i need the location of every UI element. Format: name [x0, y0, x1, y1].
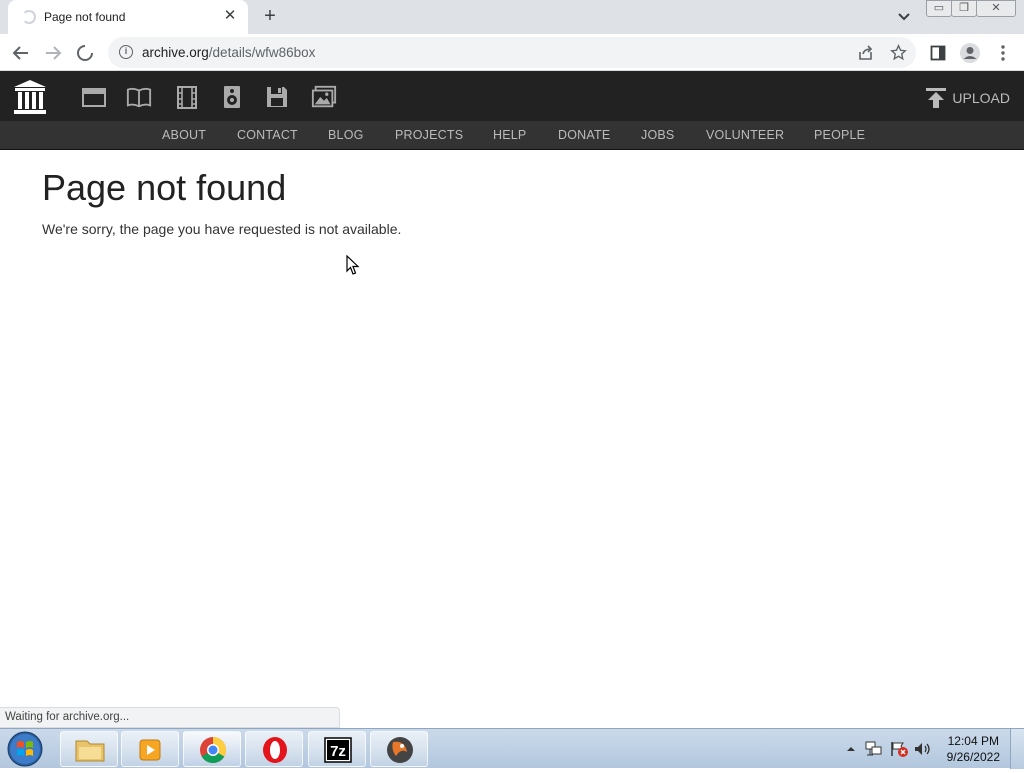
taskbar-clock[interactable]: 12:04 PM 9/26/2022: [947, 733, 1000, 765]
minimize-button[interactable]: ▭: [926, 0, 952, 17]
folder-icon: [75, 740, 105, 762]
media-player-icon: [139, 739, 161, 761]
share-icon[interactable]: [858, 45, 874, 61]
new-tab-button[interactable]: +: [258, 5, 282, 29]
address-url[interactable]: archive.org/details/wfw86box: [142, 45, 315, 60]
side-panel-icon[interactable]: [925, 40, 951, 66]
tab-spinner-icon: [22, 10, 36, 24]
tab-title: Page not found: [44, 10, 126, 24]
archive-logo-icon[interactable]: [13, 79, 47, 115]
tab-search-chevron-down-icon[interactable]: [894, 8, 914, 26]
browser-toolbar: i archive.org/details/wfw86box: [0, 34, 1024, 71]
audio-icon[interactable]: [219, 85, 245, 109]
nav-contact[interactable]: CONTACT: [237, 128, 298, 142]
nav-jobs[interactable]: JOBS: [641, 128, 674, 142]
taskbar-chrome[interactable]: [183, 731, 241, 767]
window-controls: ▭ ❐ ✕: [926, 0, 1016, 18]
tab-strip: Page not found ✕ + ▭ ❐ ✕: [0, 0, 1024, 34]
site-nav-bar: ABOUT CONTACT BLOG PROJECTS HELP DONATE …: [0, 121, 1024, 150]
7zip-icon: 7z: [324, 737, 352, 763]
chrome-icon: [200, 736, 227, 764]
browser-tab[interactable]: Page not found ✕: [8, 0, 248, 34]
upload-button[interactable]: UPLOAD: [925, 87, 1010, 109]
start-button-icon[interactable]: [5, 730, 45, 768]
taskbar-media-player[interactable]: [121, 731, 179, 767]
software-icon[interactable]: [264, 85, 290, 109]
window-close-button[interactable]: ✕: [976, 0, 1016, 17]
web-icon[interactable]: [81, 85, 107, 109]
action-center-icon[interactable]: [888, 740, 910, 758]
upload-icon: [926, 88, 947, 108]
network-icon[interactable]: [862, 740, 886, 758]
back-icon[interactable]: [8, 40, 34, 66]
nav-volunteer[interactable]: VOLUNTEER: [706, 128, 784, 142]
volume-icon[interactable]: [912, 740, 934, 758]
nav-blog[interactable]: BLOG: [328, 128, 364, 142]
browser-menu-icon[interactable]: [990, 40, 1016, 66]
tab-close-icon[interactable]: ✕: [220, 6, 240, 26]
url-host: archive.org: [142, 45, 209, 60]
svg-text:7z: 7z: [330, 743, 346, 760]
page-title: Page not found: [42, 167, 287, 208]
nav-projects[interactable]: PROJECTS: [395, 128, 463, 142]
opera-icon: [263, 737, 287, 763]
nav-about[interactable]: ABOUT: [162, 128, 206, 142]
mouse-cursor-icon: [346, 255, 360, 275]
restore-button[interactable]: ❐: [951, 0, 977, 17]
stop-loading-icon[interactable]: [72, 40, 98, 66]
clock-date: 9/26/2022: [946, 750, 1000, 764]
show-desktop-button[interactable]: [1010, 729, 1024, 769]
system-tray: [844, 729, 934, 769]
taskbar-opera[interactable]: [245, 731, 303, 767]
nav-donate[interactable]: DONATE: [558, 128, 610, 142]
nav-people[interactable]: PEOPLE: [814, 128, 865, 142]
forward-icon[interactable]: [40, 40, 66, 66]
clock-time: 12:04 PM: [947, 734, 999, 748]
profile-icon[interactable]: [957, 40, 983, 66]
error-message: We're sorry, the page you have requested…: [42, 221, 402, 237]
taskbar-7zip[interactable]: 7z: [308, 731, 366, 767]
site-top-bar: UPLOAD: [0, 71, 1024, 121]
status-bubble: Waiting for archive.org...: [0, 707, 340, 728]
show-hidden-icons-icon[interactable]: [844, 742, 858, 756]
images-icon[interactable]: [311, 85, 337, 109]
app-icon: [387, 737, 413, 763]
address-bar[interactable]: i archive.org/details/wfw86box: [108, 37, 916, 68]
bookmark-star-icon[interactable]: [890, 44, 907, 61]
upload-label: UPLOAD: [952, 90, 1010, 106]
nav-help[interactable]: HELP: [493, 128, 526, 142]
taskbar-explorer[interactable]: [60, 731, 118, 767]
taskbar-app[interactable]: [370, 731, 428, 767]
url-path: /details/wfw86box: [208, 45, 316, 60]
texts-icon[interactable]: [126, 85, 152, 109]
site-info-icon[interactable]: i: [119, 45, 133, 59]
taskbar: 7z 12:04 PM 9/26/2022: [0, 728, 1024, 769]
video-icon[interactable]: [174, 85, 200, 109]
